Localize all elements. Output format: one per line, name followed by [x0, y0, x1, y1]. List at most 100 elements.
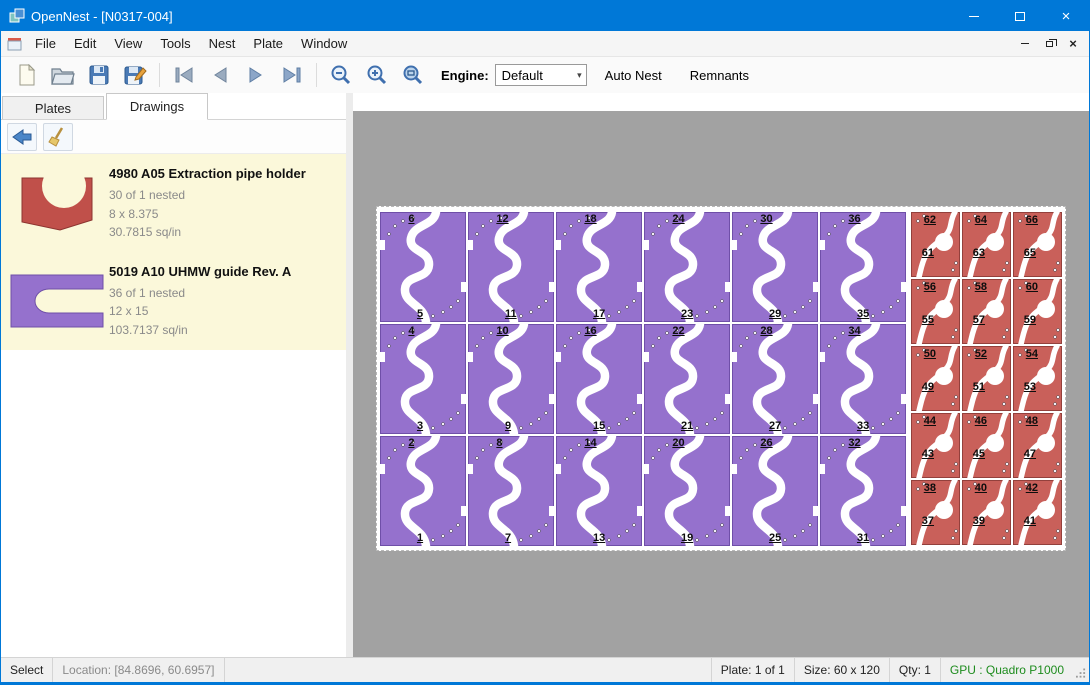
red-part-pair[interactable]: 44 43 [911, 413, 960, 478]
red-part-pair[interactable]: 52 51 [962, 346, 1011, 411]
tab-plates[interactable]: Plates [2, 96, 104, 119]
part-number[interactable]: 63 [973, 248, 985, 259]
open-button[interactable] [45, 60, 81, 90]
nest-canvas[interactable]: 65 1211 1817 2423 [353, 111, 1089, 657]
menu-item-file[interactable]: File [26, 32, 65, 55]
purple-part-pair[interactable]: 3029 [732, 212, 818, 322]
part-number[interactable]: 59 [1024, 315, 1036, 326]
menu-item-window[interactable]: Window [292, 32, 356, 55]
red-part-pair[interactable]: 38 37 [911, 480, 960, 545]
mdi-restore-button[interactable] [1037, 34, 1061, 54]
part-number[interactable]: 4 [408, 326, 414, 337]
part-number[interactable]: 32 [848, 438, 860, 449]
titlebar[interactable]: OpenNest - [N0317-004] × [1, 1, 1089, 31]
part-number[interactable]: 65 [1024, 248, 1036, 259]
red-part-pair[interactable]: 6463 [962, 212, 1011, 277]
part-number[interactable]: 39 [973, 516, 985, 527]
part-number[interactable]: 54 [1026, 349, 1038, 360]
menu-item-nest[interactable]: Nest [200, 32, 245, 55]
red-part-pair[interactable]: 4847 [1013, 413, 1062, 478]
part-number[interactable]: 2 [408, 438, 414, 449]
clean-button[interactable] [43, 123, 73, 151]
part-number[interactable]: 44 [924, 416, 936, 427]
part-number[interactable]: 22 [672, 326, 684, 337]
part-number[interactable]: 12 [496, 214, 508, 225]
first-plate-button[interactable] [166, 60, 202, 90]
part-number[interactable]: 47 [1024, 449, 1036, 460]
splitter[interactable] [346, 93, 353, 657]
purple-part-pair[interactable]: 12 11 [468, 212, 554, 322]
part-number[interactable]: 15 [593, 421, 605, 432]
minimize-button[interactable] [951, 1, 997, 31]
purple-part-pair[interactable]: 109 [468, 324, 554, 434]
part-number[interactable]: 24 [672, 214, 684, 225]
save-as-button[interactable] [117, 60, 153, 90]
menu-item-tools[interactable]: Tools [151, 32, 199, 55]
part-number[interactable]: 66 [1026, 215, 1038, 226]
part-number[interactable]: 7 [505, 533, 511, 544]
part-number[interactable]: 37 [922, 516, 934, 527]
plate[interactable]: 65 1211 1817 2423 [376, 206, 1066, 551]
part-number[interactable]: 11 [505, 309, 517, 320]
part-number[interactable]: 62 [924, 215, 936, 226]
mdi-close-button[interactable]: × [1061, 34, 1085, 54]
purple-part-pair[interactable]: 24 23 [644, 212, 730, 322]
part-number[interactable]: 51 [973, 382, 985, 393]
part-number[interactable]: 1 [417, 533, 423, 544]
part-number[interactable]: 55 [922, 315, 934, 326]
purple-part-pair[interactable]: 2827 [732, 324, 818, 434]
part-number[interactable]: 9 [505, 421, 511, 432]
red-part-pair[interactable]: 5453 [1013, 346, 1062, 411]
part-number[interactable]: 14 [584, 438, 596, 449]
part-number[interactable]: 58 [975, 282, 987, 293]
part-number[interactable]: 13 [593, 533, 605, 544]
part-number[interactable]: 3 [417, 421, 423, 432]
part-number[interactable]: 42 [1026, 483, 1038, 494]
part-number[interactable]: 40 [975, 483, 987, 494]
red-part-pair[interactable]: 4241 [1013, 480, 1062, 545]
part-number[interactable]: 8 [496, 438, 502, 449]
purple-part-pair[interactable]: 3231 [820, 436, 906, 546]
part-number[interactable]: 6 [408, 214, 414, 225]
part-number[interactable]: 33 [857, 421, 869, 432]
auto-nest-button[interactable]: Auto Nest [595, 63, 672, 88]
remnants-button[interactable]: Remnants [680, 63, 759, 88]
red-part-pair[interactable]: 5655 [911, 279, 960, 344]
purple-part-pair[interactable]: 34 33 [820, 324, 906, 434]
red-part-pair[interactable]: 6059 [1013, 279, 1062, 344]
maximize-button[interactable] [997, 1, 1043, 31]
red-part-pair[interactable]: 62 61 [911, 212, 960, 277]
part-number[interactable]: 52 [975, 349, 987, 360]
mdi-minimize-button[interactable] [1013, 34, 1037, 54]
purple-part-pair[interactable]: 65 [380, 212, 466, 322]
part-number[interactable]: 23 [681, 309, 693, 320]
next-plate-button[interactable] [238, 60, 274, 90]
part-number[interactable]: 16 [584, 326, 596, 337]
red-part-pair[interactable]: 40 39 [962, 480, 1011, 545]
part-number[interactable]: 45 [973, 449, 985, 460]
menu-item-edit[interactable]: Edit [65, 32, 105, 55]
list-item[interactable]: 4980 A05 Extraction pipe holder 30 of 1 … [1, 154, 346, 252]
list-item[interactable]: 5019 A10 UHMW guide Rev. A 36 of 1 neste… [1, 252, 346, 350]
purple-part-pair[interactable]: 2019 [644, 436, 730, 546]
previous-plate-button[interactable] [202, 60, 238, 90]
part-number[interactable]: 49 [922, 382, 934, 393]
purple-part-pair[interactable]: 1615 [556, 324, 642, 434]
back-arrow-button[interactable] [7, 123, 37, 151]
part-number[interactable]: 38 [924, 483, 936, 494]
last-plate-button[interactable] [274, 60, 310, 90]
part-number[interactable]: 43 [922, 449, 934, 460]
purple-part-pair[interactable]: 1817 [556, 212, 642, 322]
part-number[interactable]: 5 [417, 309, 423, 320]
save-button[interactable] [81, 60, 117, 90]
part-number[interactable]: 34 [848, 326, 860, 337]
part-number[interactable]: 57 [973, 315, 985, 326]
part-number[interactable]: 28 [760, 326, 772, 337]
purple-part-pair[interactable]: 2625 [732, 436, 818, 546]
part-number[interactable]: 61 [922, 248, 934, 259]
red-part-pair[interactable]: 5049 [911, 346, 960, 411]
purple-part-pair[interactable]: 87 [468, 436, 554, 546]
menu-item-view[interactable]: View [105, 32, 151, 55]
menu-item-plate[interactable]: Plate [244, 32, 292, 55]
zoom-fit-button[interactable] [395, 60, 431, 90]
